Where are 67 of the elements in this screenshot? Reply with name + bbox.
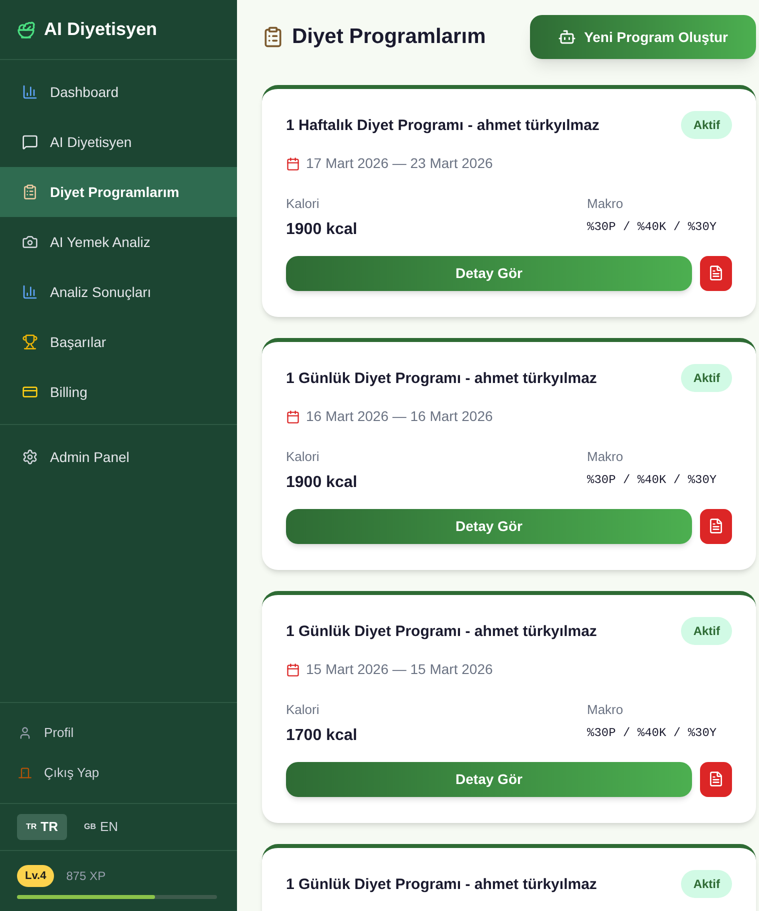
level-badge: Lv.4: [17, 864, 54, 887]
document-icon: [708, 771, 724, 787]
sidebar-item[interactable]: Admin Panel: [0, 432, 237, 482]
flag-code: GB: [84, 820, 96, 832]
calorie-label: Kalori: [286, 448, 320, 466]
language-button[interactable]: TR TR: [17, 814, 68, 840]
calorie-value: 1900 kcal: [286, 220, 358, 240]
program-title: 1 Günlük Diyet Programı - ahmet türkyılmaz: [286, 622, 597, 642]
pdf-button[interactable]: [700, 508, 732, 544]
language-button[interactable]: GB EN: [75, 814, 128, 840]
flag-code: TR: [26, 820, 37, 832]
program-title: 1 Haftalık Diyet Programı - ahmet türkyılmaz: [286, 116, 600, 136]
macro-value: %30P / %40K / %30Y: [587, 472, 718, 488]
sidebar-item[interactable]: AI Diyetisyen: [0, 117, 237, 167]
macro-label: Makro: [587, 195, 624, 213]
speech-bubble-icon: [22, 134, 38, 150]
status-badge: Aktif: [681, 617, 732, 645]
calorie-value: 1700 kcal: [286, 726, 358, 746]
sidebar-item[interactable]: Analiz Sonuçları: [0, 267, 237, 317]
calorie-value: 1900 kcal: [286, 472, 358, 492]
macro-value: %30P / %40K / %30Y: [587, 218, 718, 236]
calendar-icon: [286, 662, 300, 676]
bar-chart-icon: [22, 84, 38, 100]
sidebar-link[interactable]: Profil: [0, 712, 237, 752]
detail-button[interactable]: Detay Gör: [286, 762, 692, 796]
status-badge: Aktif: [681, 870, 732, 898]
credit-card-icon: [22, 384, 38, 400]
settings-icon: [22, 449, 38, 465]
bar-chart-icon: [22, 284, 38, 300]
status-badge: Aktif: [681, 364, 732, 392]
pdf-button[interactable]: [700, 762, 732, 796]
calendar-icon: [286, 410, 300, 424]
program-title: 1 Günlük Diyet Programı - ahmet türkyılmaz: [286, 875, 597, 895]
calorie-label: Kalori: [286, 195, 320, 213]
macro-label: Makro: [587, 448, 624, 466]
detail-button[interactable]: Detay Gör: [286, 508, 692, 544]
clipboard-icon: [262, 26, 284, 48]
status-badge: Aktif: [681, 111, 732, 139]
calorie-label: Kalori: [286, 701, 320, 719]
sidebar-item[interactable]: Dashboard: [0, 67, 237, 117]
date-range: 16 Mart 2026 — 16 Mart 2026: [306, 407, 493, 426]
new-program-button[interactable]: Yeni Program Oluştur: [530, 15, 756, 59]
sidebar-item[interactable]: AI Yemek Analiz: [0, 217, 237, 267]
calendar-icon: [286, 156, 300, 170]
program-title: 1 Günlük Diyet Programı - ahmet türkyılmaz: [286, 369, 597, 389]
robot-icon: [558, 28, 576, 46]
camera-icon: [22, 234, 38, 250]
sidebar-item[interactable]: Diyet Programlarım: [0, 167, 237, 217]
sidebar-item[interactable]: Billing: [0, 367, 237, 417]
sidebar-item[interactable]: Başarılar: [0, 317, 237, 367]
clipboard-icon: [22, 184, 38, 200]
macro-value: %30P / %40K / %30Y: [587, 724, 718, 742]
sidebar-link[interactable]: Çıkış Yap: [0, 752, 237, 792]
salad-bowl-icon: [16, 20, 36, 40]
page-title: Diyet Programlarım: [292, 24, 486, 50]
detail-button[interactable]: Detay Gör: [286, 256, 692, 290]
pdf-button[interactable]: [700, 256, 732, 290]
user-icon: [18, 726, 32, 740]
macro-label: Makro: [587, 701, 624, 719]
date-range: 17 Mart 2026 — 23 Mart 2026: [306, 154, 493, 173]
xp-text: 875 XP: [66, 868, 106, 885]
document-icon: [708, 265, 724, 281]
door-icon: [18, 766, 32, 780]
trophy-icon: [22, 334, 38, 350]
document-icon: [708, 518, 724, 534]
date-range: 15 Mart 2026 — 15 Mart 2026: [306, 660, 493, 679]
brand-name: AI Diyetisyen: [44, 18, 158, 41]
